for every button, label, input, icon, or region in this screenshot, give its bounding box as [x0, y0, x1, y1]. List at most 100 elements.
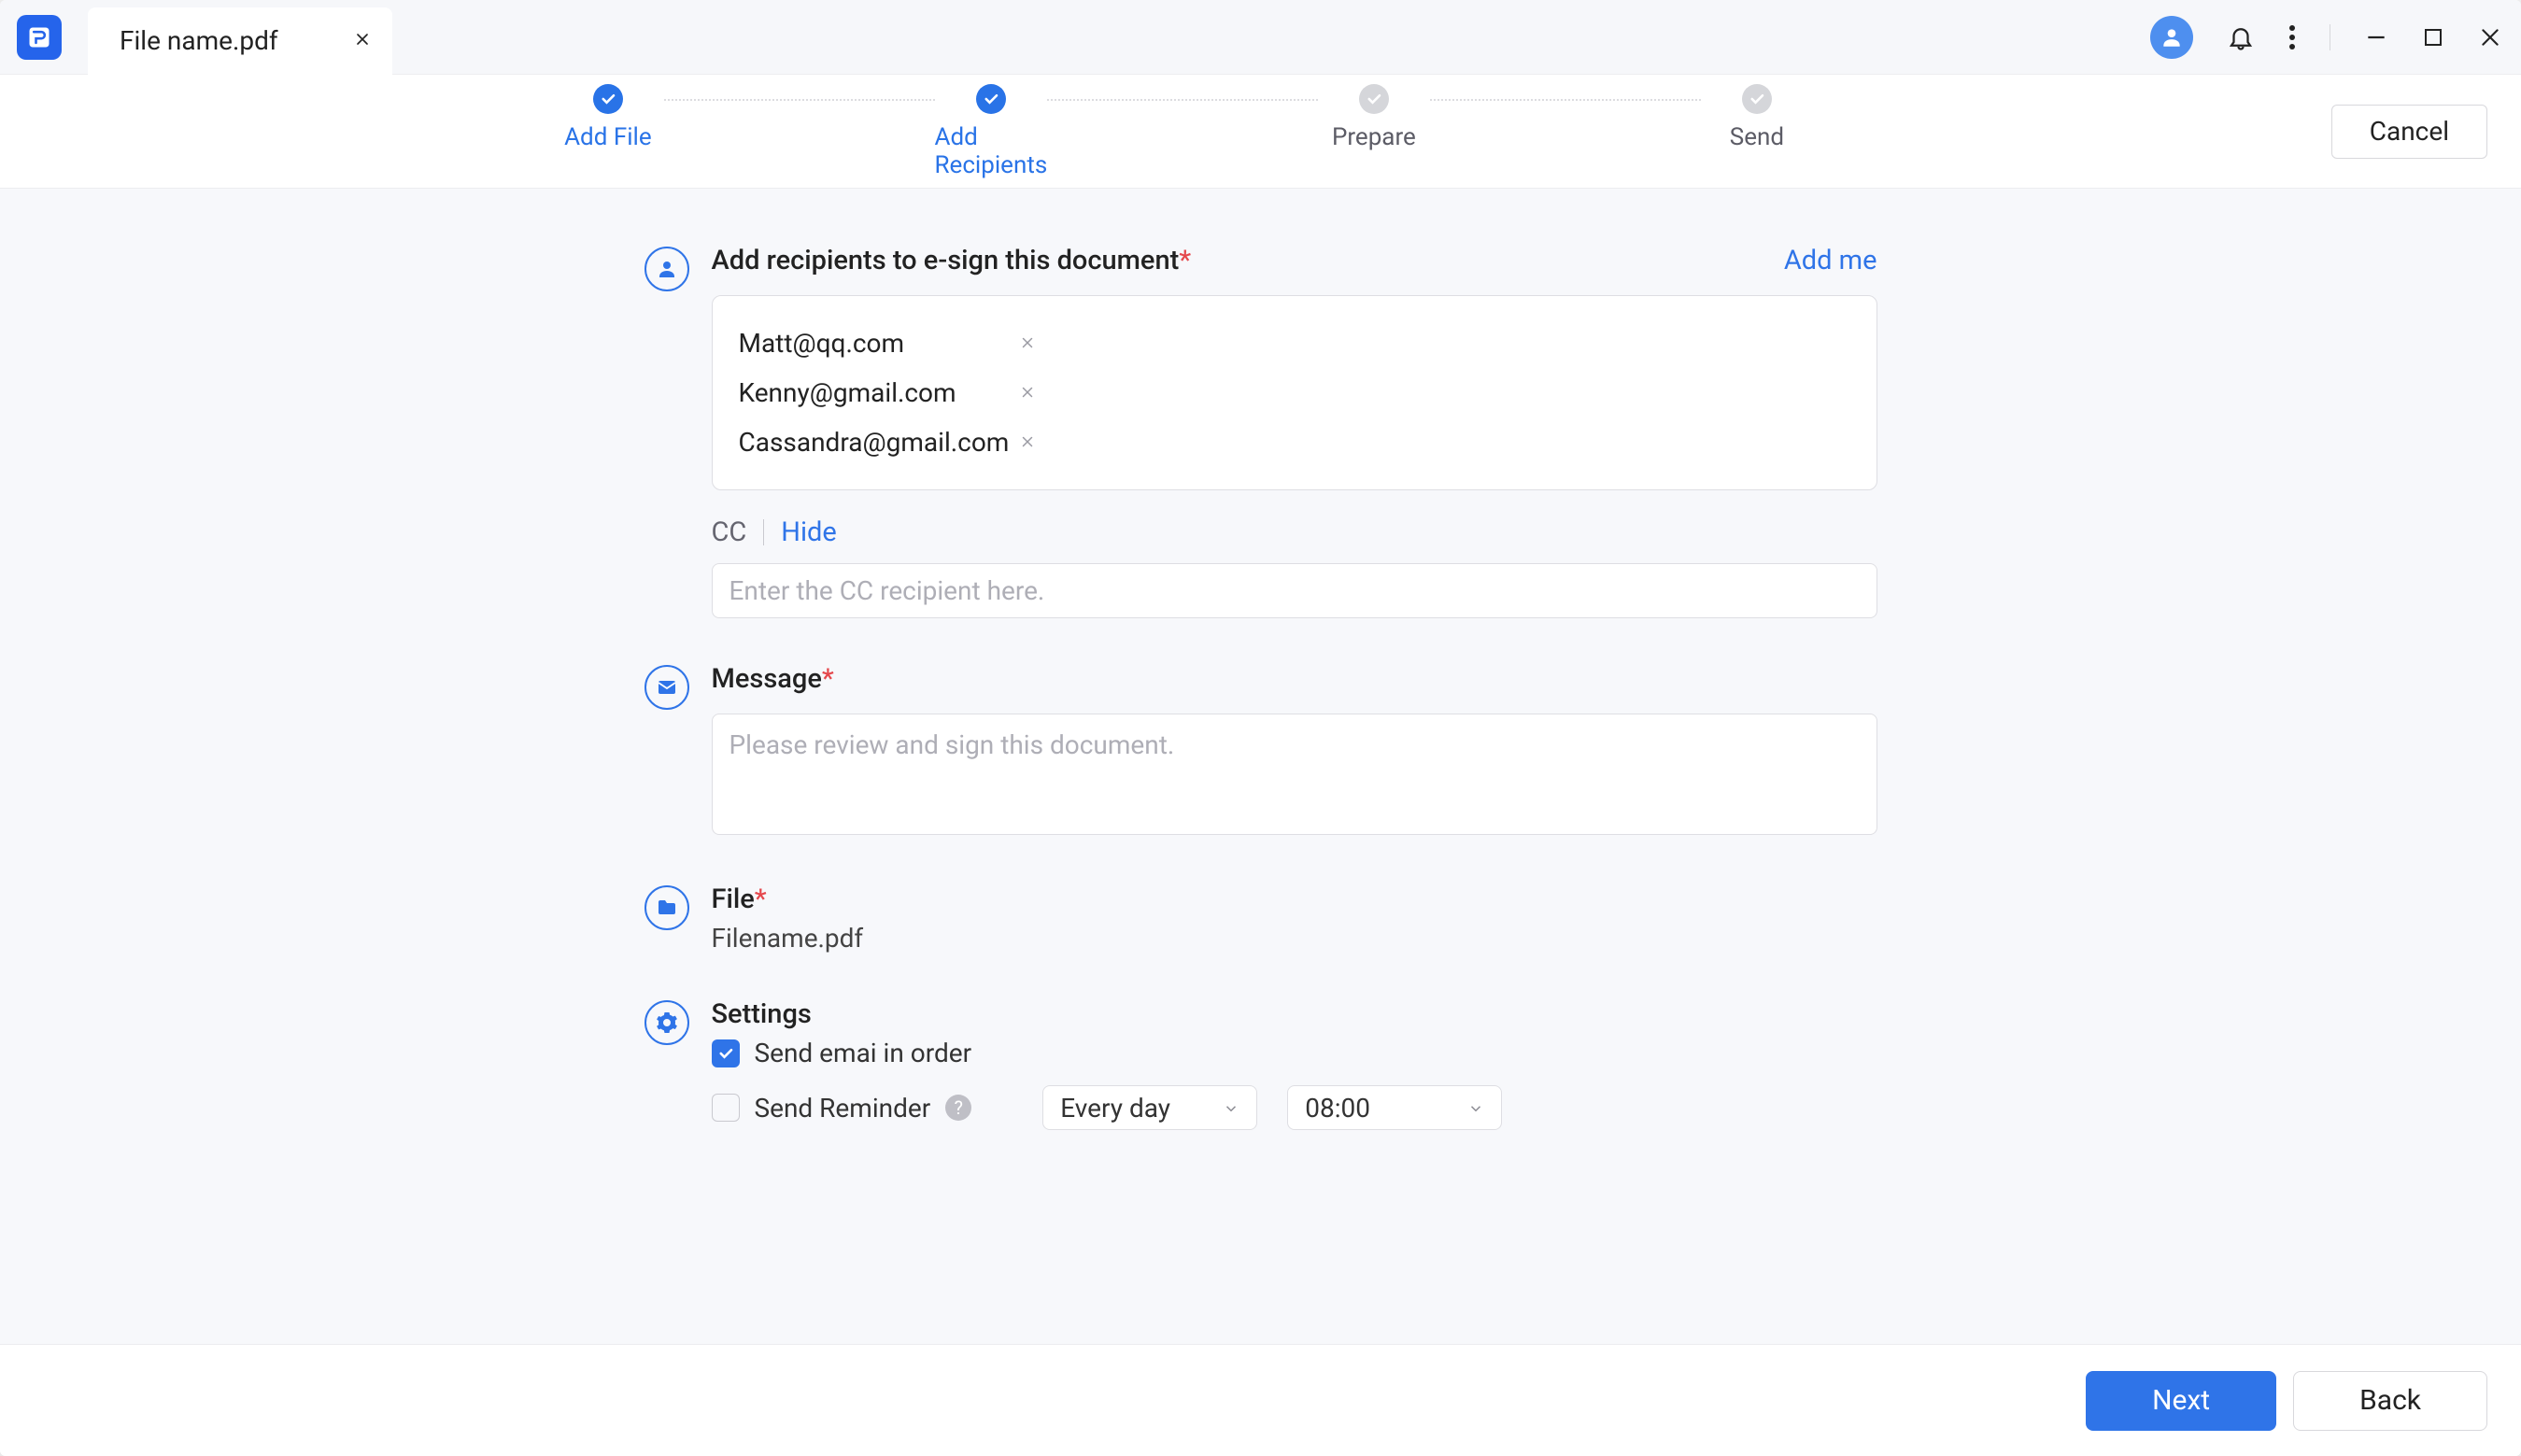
message-section: Message*: [644, 663, 1877, 839]
stepper-bar: Add File Add Recipients Prepare: [0, 75, 2521, 189]
message-textarea[interactable]: [712, 714, 1877, 835]
recipient-email: Matt@qq.com: [739, 328, 1019, 359]
recipients-section: Add recipients to e-sign this document* …: [644, 245, 1877, 618]
more-menu-button[interactable]: [2288, 23, 2296, 51]
send-reminder-checkbox[interactable]: [712, 1094, 740, 1122]
gear-icon: [656, 1011, 678, 1034]
person-icon: [656, 258, 678, 280]
cancel-button[interactable]: Cancel: [2331, 105, 2487, 159]
cc-label: CC: [712, 516, 747, 548]
remove-recipient-button[interactable]: [1019, 430, 1036, 456]
window-maximize-button[interactable]: [2422, 26, 2444, 49]
app-logo[interactable]: [17, 15, 62, 60]
file-title-text: File: [712, 883, 755, 915]
kebab-icon: [2288, 23, 2296, 51]
message-title-text: Message: [712, 663, 822, 695]
folder-icon: [656, 897, 678, 919]
send-reminder-help-icon[interactable]: ?: [945, 1095, 971, 1121]
envelope-icon: [656, 676, 678, 699]
x-icon: [1019, 433, 1036, 450]
bell-icon: [2227, 23, 2255, 51]
stepper: Add File Add Recipients Prepare: [34, 84, 2331, 179]
check-icon: [1366, 91, 1382, 107]
settings-section-icon: [644, 1000, 689, 1045]
send-reminder-label: Send Reminder: [755, 1093, 931, 1124]
chevron-down-icon: [1467, 1093, 1484, 1124]
file-section-icon: [644, 885, 689, 930]
check-icon: [1749, 91, 1765, 107]
step-prepare-label: Prepare: [1332, 123, 1416, 151]
step-prepare[interactable]: Prepare: [1318, 84, 1430, 151]
step-send-label: Send: [1730, 123, 1784, 151]
required-asterisk: *: [822, 663, 834, 695]
check-icon: [600, 91, 616, 107]
account-avatar-button[interactable]: [2150, 16, 2193, 59]
reminder-time-value: 08:00: [1305, 1093, 1370, 1124]
cc-input[interactable]: [712, 563, 1877, 618]
step-add-recipients-label: Add Recipients: [935, 123, 1048, 179]
setting-send-in-order: Send emai in order: [712, 1038, 1877, 1068]
recipient-email: Kenny@gmail.com: [739, 377, 1019, 408]
cc-hide-link[interactable]: Hide: [781, 516, 836, 548]
title-bar-actions: [2150, 16, 2502, 59]
send-in-order-checkbox[interactable]: [712, 1039, 740, 1067]
step-add-file[interactable]: Add File: [552, 84, 664, 151]
chevron-down-icon: [1223, 1093, 1239, 1124]
app-logo-icon: [26, 24, 52, 50]
step-send[interactable]: Send: [1701, 84, 1813, 151]
remove-recipient-button[interactable]: [1019, 380, 1036, 406]
step-add-recipients[interactable]: Add Recipients: [935, 84, 1047, 179]
message-title: Message*: [712, 663, 834, 695]
settings-title: Settings: [712, 998, 1877, 1030]
recipients-title: Add recipients to e-sign this document*: [712, 245, 1192, 276]
cc-divider: [763, 519, 764, 545]
person-icon: [2160, 25, 2184, 49]
window-minimize-button[interactable]: [2364, 25, 2388, 49]
tab-filename: File name.pdf: [120, 25, 278, 56]
recipients-title-text: Add recipients to e-sign this document: [712, 245, 1180, 276]
reminder-frequency-select[interactable]: Every day: [1042, 1085, 1257, 1130]
recipients-box: Matt@qq.com Kenny@gmail.com: [712, 295, 1877, 490]
next-button[interactable]: Next: [2086, 1371, 2276, 1431]
recipient-email: Cassandra@gmail.com: [739, 427, 1019, 458]
step-connector: [664, 99, 935, 101]
reminder-time-select[interactable]: 08:00: [1287, 1085, 1502, 1130]
setting-send-reminder: Send Reminder ? Every day 08:00: [712, 1085, 1877, 1130]
close-icon: [2478, 25, 2502, 49]
reminder-frequency-value: Every day: [1060, 1093, 1170, 1124]
check-icon: [717, 1045, 734, 1062]
step-prepare-circle: [1359, 84, 1389, 114]
tab-close-icon[interactable]: [353, 28, 372, 54]
window-close-button[interactable]: [2478, 25, 2502, 49]
minimize-icon: [2364, 25, 2388, 49]
file-title: File*: [712, 883, 1877, 915]
notifications-button[interactable]: [2227, 23, 2255, 51]
form-content: Add recipients to e-sign this document* …: [0, 189, 2521, 1344]
step-connector: [1047, 99, 1318, 101]
remove-recipient-button[interactable]: [1019, 331, 1036, 357]
recipient-row: Matt@qq.com: [739, 318, 1850, 368]
document-tab[interactable]: File name.pdf: [88, 7, 392, 75]
footer-bar: Next Back: [0, 1344, 2521, 1456]
x-icon: [1019, 384, 1036, 401]
step-add-recipients-circle: [976, 84, 1006, 114]
cc-row: CC Hide: [712, 516, 1877, 548]
send-in-order-label: Send emai in order: [755, 1038, 972, 1068]
recipients-section-icon: [644, 247, 689, 291]
recipient-row: Kenny@gmail.com: [739, 368, 1850, 417]
required-asterisk: *: [1179, 245, 1191, 276]
recipient-row: Cassandra@gmail.com: [739, 417, 1850, 467]
file-section: File* Filename.pdf: [644, 883, 1877, 954]
add-me-link[interactable]: Add me: [1784, 245, 1877, 276]
attached-file-name: Filename.pdf: [712, 923, 1877, 954]
settings-section: Settings Send emai in order Send Reminde…: [644, 998, 1877, 1130]
x-icon: [1019, 334, 1036, 351]
message-section-icon: [644, 665, 689, 710]
step-add-file-label: Add File: [564, 123, 652, 151]
title-bar: File name.pdf: [0, 0, 2521, 75]
step-connector: [1430, 99, 1701, 101]
step-add-file-circle: [593, 84, 623, 114]
back-button[interactable]: Back: [2293, 1371, 2487, 1431]
app-window: File name.pdf: [0, 0, 2521, 1456]
check-icon: [983, 91, 999, 107]
